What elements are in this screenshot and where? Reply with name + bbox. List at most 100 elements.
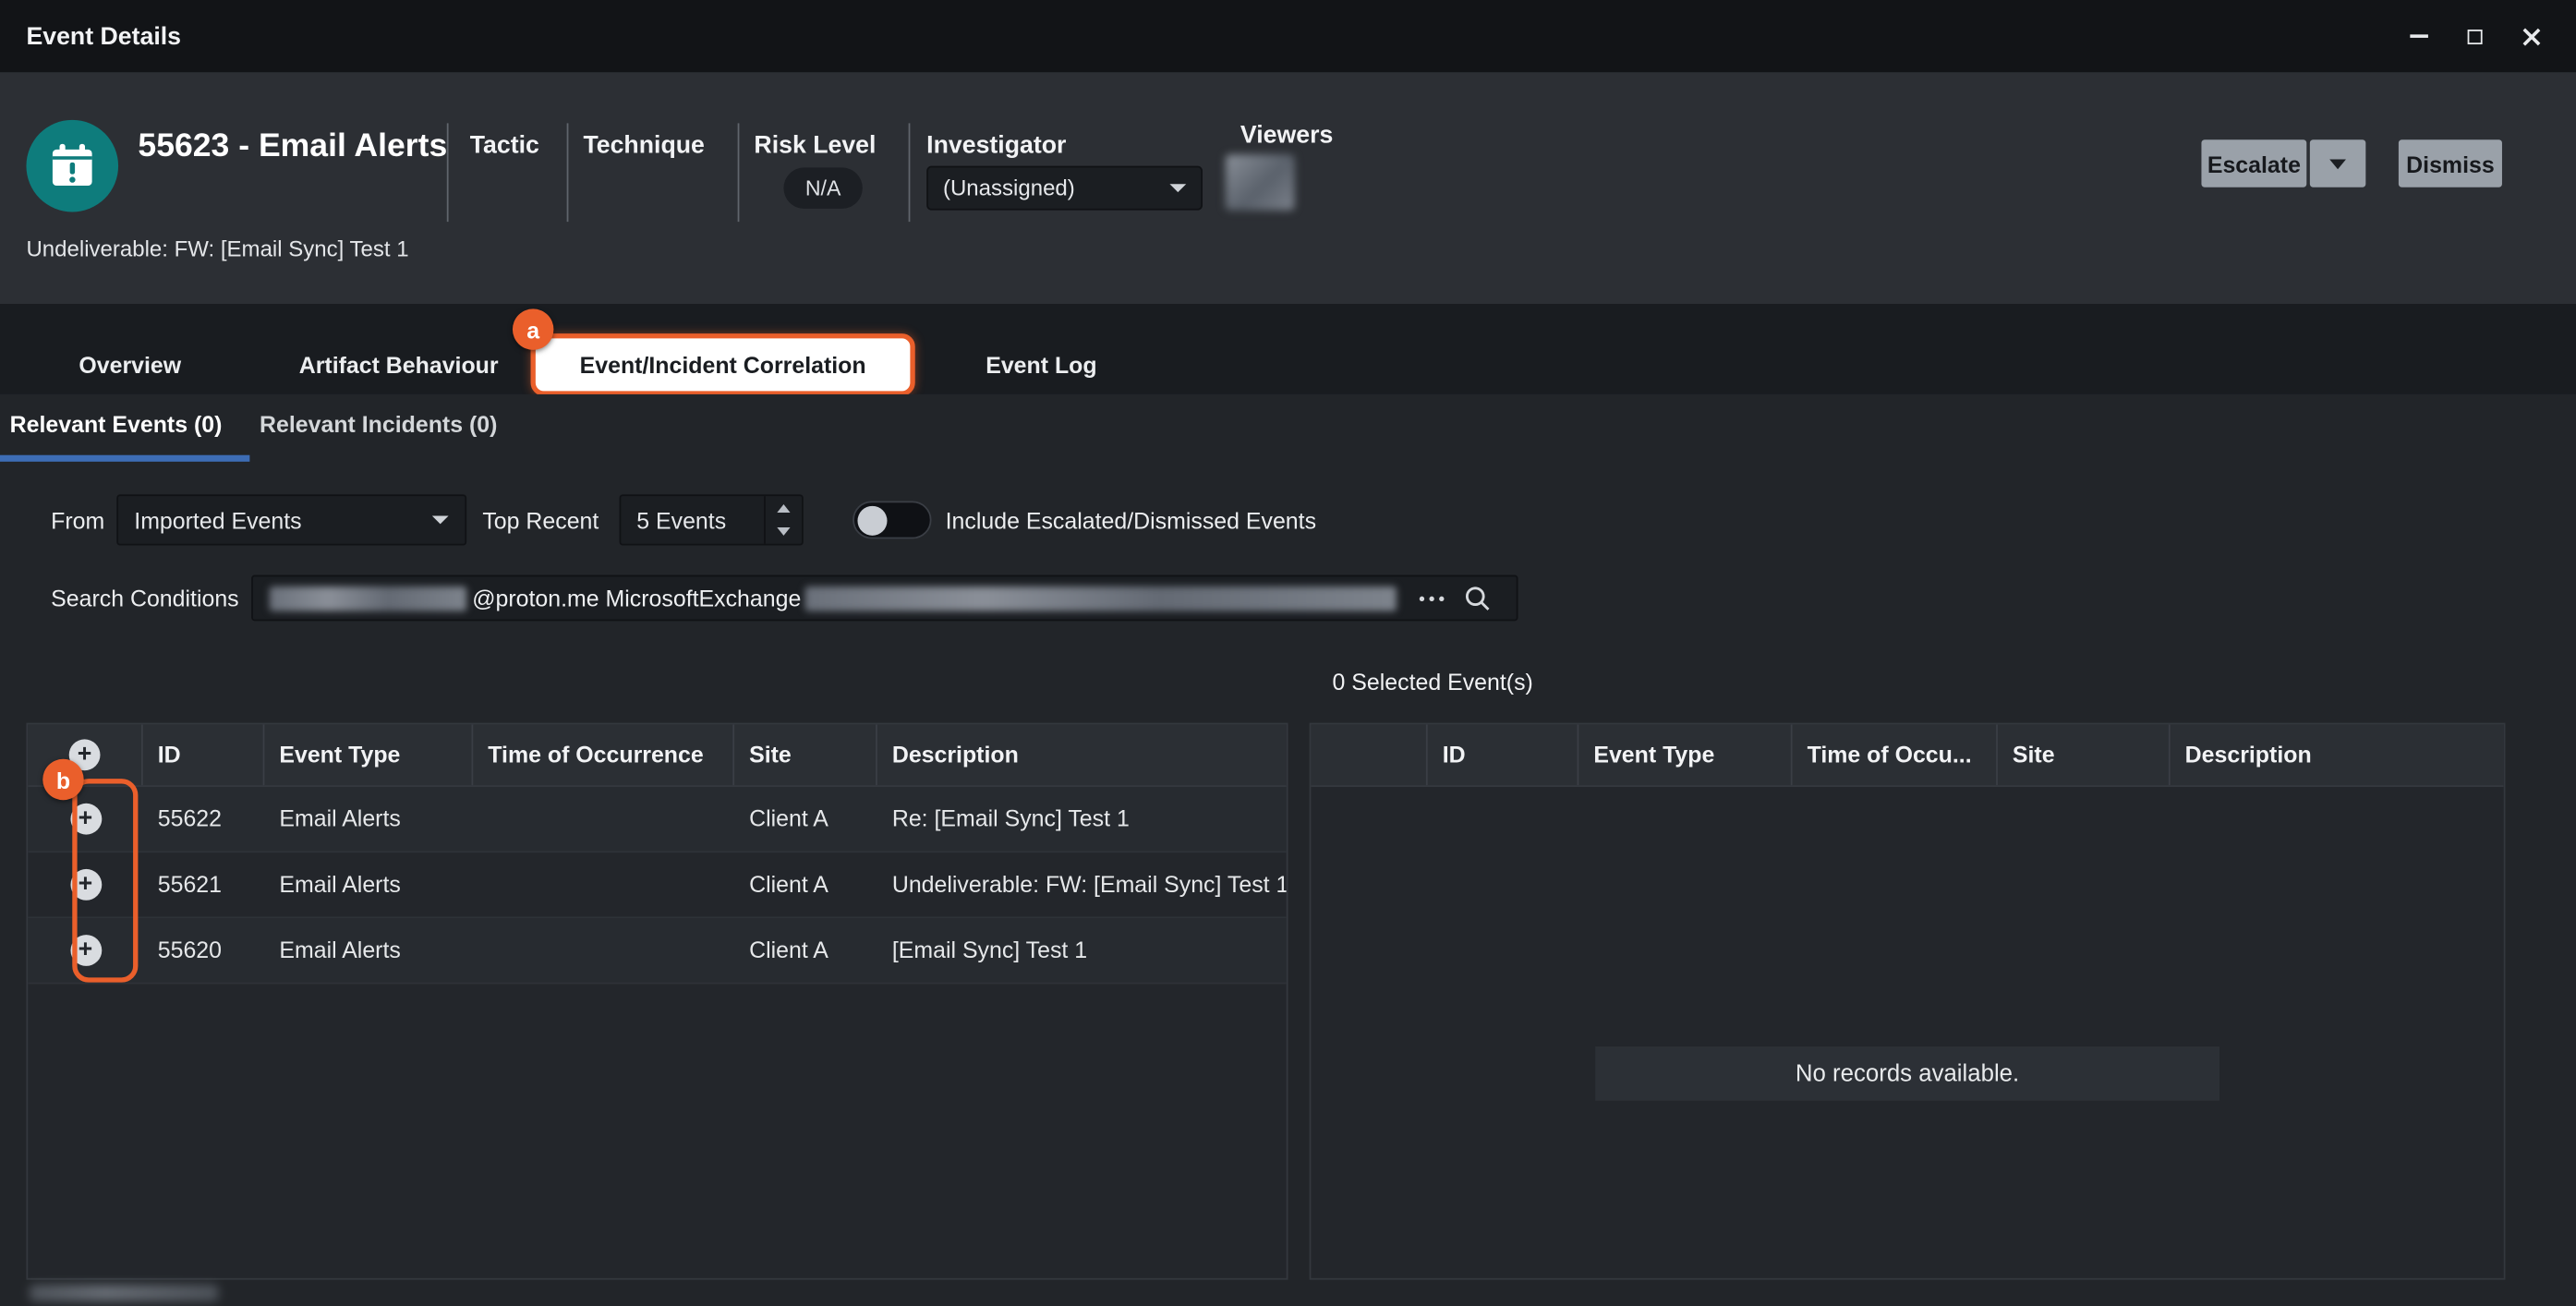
dismiss-button[interactable]: Dismiss (2399, 139, 2502, 187)
risk-level-badge: N/A (783, 167, 862, 208)
stepper-down-button[interactable] (765, 520, 801, 544)
col-header-id[interactable]: ID (143, 724, 265, 785)
col-header-blank (1311, 724, 1427, 785)
col-header-event-type[interactable]: Event Type (264, 724, 473, 785)
tab-event-log[interactable]: Event Log (986, 352, 1096, 378)
redacted-text (30, 1285, 219, 1301)
add-event-button[interactable]: + (70, 804, 102, 835)
top-recent-stepper[interactable]: 5 Events (619, 494, 803, 545)
divider (447, 123, 449, 222)
cell-description: [Email Sync] Test 1 (877, 918, 1287, 982)
search-icon (1463, 584, 1491, 611)
risk-level-label: Risk Level (754, 131, 876, 159)
cell-time (473, 787, 734, 851)
escalate-button[interactable]: Escalate (2201, 139, 2306, 187)
cell-event-type: Email Alerts (264, 853, 473, 916)
cell-site: Client A (734, 918, 877, 982)
selected-events-summary: 0 Selected Event(s) (1333, 669, 1533, 695)
viewer-avatar-redacted (1226, 154, 1295, 210)
chevron-down-icon (2329, 159, 2346, 169)
arrow-down-icon (776, 527, 789, 536)
col-header-site[interactable]: Site (1998, 724, 2171, 785)
table-row[interactable]: + 55622 Email Alerts Client A Re: [Email… (28, 787, 1286, 853)
viewers-label: Viewers (1240, 122, 1333, 150)
include-escalated-toggle[interactable] (852, 502, 930, 539)
selected-table-header: ID Event Type Time of Occu... Site Descr… (1311, 724, 2503, 787)
table-row[interactable]: + 55621 Email Alerts Client A Undelivera… (28, 853, 1286, 918)
minimize-icon (2409, 34, 2427, 38)
chevron-down-icon (1169, 184, 1186, 192)
event-title: 55623 - Email Alerts (138, 128, 447, 166)
minimize-button[interactable] (2395, 13, 2441, 59)
cell-site: Client A (734, 787, 877, 851)
escalate-options-button[interactable] (2310, 139, 2365, 187)
divider (909, 123, 911, 222)
active-subtab-indicator (0, 455, 249, 462)
top-recent-value: 5 Events (620, 496, 763, 544)
selected-events-table: ID Event Type Time of Occu... Site Descr… (1310, 723, 2506, 1280)
cell-id: 55620 (143, 918, 265, 982)
event-subtitle: Undeliverable: FW: [Email Sync] Test 1 (26, 236, 408, 261)
stepper-arrows (763, 496, 801, 544)
cell-event-type: Email Alerts (264, 787, 473, 851)
annotation-badge-a: a (513, 308, 553, 349)
no-records-message: No records available. (1595, 1046, 2219, 1101)
top-recent-label: Top Recent (482, 507, 599, 533)
col-header-time[interactable]: Time of Occurrence (473, 724, 734, 785)
investigator-dropdown[interactable]: (Unassigned) (926, 166, 1203, 211)
col-header-id[interactable]: ID (1428, 724, 1579, 785)
col-header-site[interactable]: Site (734, 724, 877, 785)
cell-description: Re: [Email Sync] Test 1 (877, 787, 1287, 851)
plus-icon: + (79, 937, 93, 962)
header-actions: Escalate Dismiss (2201, 139, 2502, 187)
tab-overview[interactable]: Overview (79, 352, 181, 378)
main-tabs: Overview Artifact Behaviour Event/Incide… (0, 304, 2576, 394)
from-label: From (51, 507, 104, 533)
col-header-description[interactable]: Description (877, 724, 1287, 785)
arrow-up-icon (776, 504, 789, 513)
search-button[interactable] (1463, 584, 1491, 611)
cell-description: Undeliverable: FW: [Email Sync] Test 1 (877, 853, 1287, 916)
selected-table-body: No records available. (1311, 787, 2503, 1280)
relevant-events-table: + ID Event Type Time of Occurrence Site … (26, 723, 1288, 1280)
titlebar: Event Details (0, 0, 2576, 72)
add-event-button[interactable]: + (70, 935, 102, 966)
event-details-window: Event Details 55623 - Email Alerts Tacti… (0, 0, 2576, 1306)
search-conditions-input[interactable]: @proton.me MicrosoftExchange (252, 575, 1518, 622)
subtab-relevant-events[interactable]: Relevant Events (0) (10, 411, 223, 437)
more-options-button[interactable] (1419, 596, 1444, 600)
cell-site: Client A (734, 853, 877, 916)
event-header: 55623 - Email Alerts Tactic Technique Ri… (0, 72, 2576, 304)
investigator-label: Investigator (926, 131, 1066, 159)
chevron-down-icon (431, 516, 448, 525)
tab-event-incident-correlation[interactable]: Event/Incident Correlation (531, 333, 915, 396)
cell-id: 55621 (143, 853, 265, 916)
maximize-button[interactable] (2451, 13, 2497, 59)
divider (738, 123, 740, 222)
window-title: Event Details (26, 22, 181, 50)
maximize-icon (2467, 29, 2482, 43)
close-button[interactable] (2507, 13, 2553, 59)
add-event-button[interactable]: + (70, 869, 102, 901)
tab-artifact-behaviour[interactable]: Artifact Behaviour (299, 352, 499, 378)
cell-event-type: Email Alerts (264, 918, 473, 982)
search-visible-text: @proton.me MicrosoftExchange (472, 585, 801, 611)
col-header-description[interactable]: Description (2171, 724, 2504, 785)
events-table-header: + ID Event Type Time of Occurrence Site … (28, 724, 1286, 787)
cell-time (473, 853, 734, 916)
filter-bar: From Imported Events Top Recent 5 Events… (51, 494, 1316, 545)
stepper-up-button[interactable] (765, 496, 801, 520)
from-value: Imported Events (134, 507, 301, 533)
cell-id: 55622 (143, 787, 265, 851)
plus-icon: + (79, 805, 93, 830)
col-header-time[interactable]: Time of Occu... (1793, 724, 1998, 785)
include-escalated-label: Include Escalated/Dismissed Events (946, 507, 1316, 533)
table-row[interactable]: + 55620 Email Alerts Client A [Email Syn… (28, 918, 1286, 984)
from-dropdown[interactable]: Imported Events (116, 494, 466, 545)
divider (567, 123, 569, 222)
col-header-event-type[interactable]: Event Type (1578, 724, 1792, 785)
redacted-text (804, 586, 1396, 611)
redacted-text (270, 586, 466, 611)
window-controls (2395, 13, 2553, 59)
subtab-relevant-incidents[interactable]: Relevant Incidents (0) (260, 411, 497, 437)
